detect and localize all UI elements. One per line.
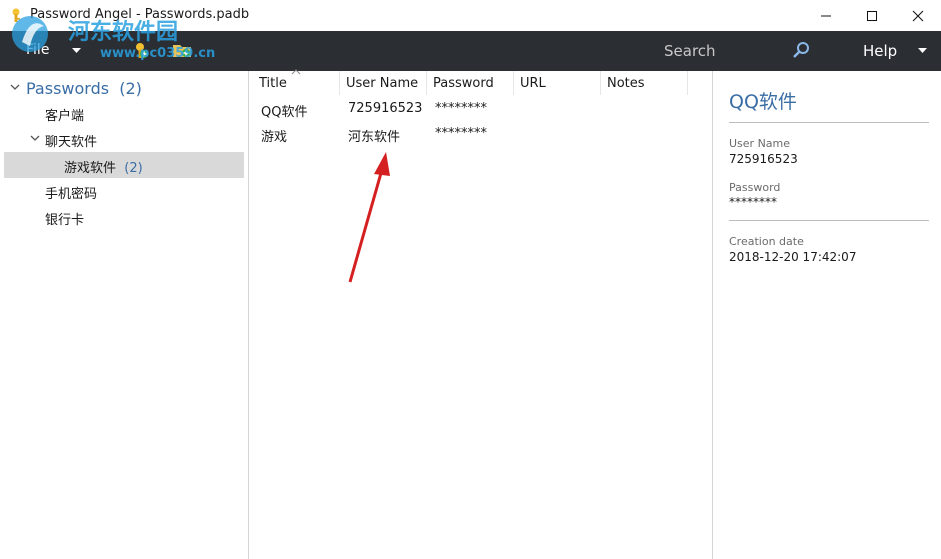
tree-item-label: 聊天软件	[45, 135, 98, 150]
cell-title: 游戏	[261, 130, 288, 145]
detail-password-value[interactable]: ********	[729, 195, 777, 209]
tree-item-label: 手机密码	[45, 187, 98, 202]
tree-root-label: Passwords (2)	[26, 79, 142, 98]
tree-item-chat-software[interactable]: 聊天软件	[4, 126, 244, 152]
help-menu[interactable]: Help	[863, 42, 897, 60]
detail-password-label: Password	[729, 181, 781, 194]
tree-item-phone-passwords[interactable]: 手机密码	[4, 178, 244, 204]
cell-password: ********	[435, 126, 487, 141]
tree-item-label: 银行卡	[45, 213, 85, 228]
tree-item-bank-cards[interactable]: 银行卡	[4, 204, 244, 230]
add-folder-icon[interactable]	[172, 40, 192, 60]
detail-divider	[729, 220, 929, 221]
search-icon[interactable]	[792, 41, 810, 59]
cell-username: 725916523	[348, 101, 423, 116]
cell-password: ********	[435, 101, 487, 116]
cell-username: 河东软件	[348, 130, 401, 145]
detail-divider	[729, 122, 929, 123]
detail-username-label: User Name	[729, 137, 791, 150]
help-dropdown-icon[interactable]	[918, 48, 927, 54]
toolbar: File Search Help	[0, 31, 941, 71]
column-header-title[interactable]: Title	[249, 69, 340, 95]
detail-created-value: 2018-12-20 17:42:07	[729, 250, 857, 264]
chevron-down-icon[interactable]	[10, 84, 20, 91]
entries-table: Title User Name Password URL Notes QQ软件 …	[249, 69, 713, 559]
sort-ascending-icon	[291, 69, 301, 75]
file-menu[interactable]: File	[26, 42, 49, 58]
file-dropdown-icon[interactable]	[72, 48, 81, 54]
add-entry-icon[interactable]	[130, 40, 150, 60]
tree-root-passwords[interactable]: Passwords (2)	[4, 75, 244, 101]
tree-item-label: 客户端	[45, 109, 85, 124]
column-header-username[interactable]: User Name	[336, 71, 427, 95]
entry-detail-pane: QQ软件 User Name 725916523 Password ******…	[713, 71, 941, 559]
close-button[interactable]	[895, 0, 941, 31]
detail-username-value[interactable]: 725916523	[729, 152, 798, 166]
search-input[interactable]: Search	[664, 42, 716, 60]
chevron-down-icon[interactable]	[30, 135, 40, 142]
minimize-button[interactable]	[803, 0, 849, 31]
detail-created-label: Creation date	[729, 235, 804, 248]
title-bar: Password Angel - Passwords.padb	[0, 0, 941, 31]
window-title: Password Angel - Passwords.padb	[30, 7, 250, 22]
maximize-icon	[867, 10, 877, 21]
detail-title: QQ软件	[729, 91, 797, 113]
folder-tree: Passwords (2) 客户端 聊天软件 游戏软件 (2) 手机密码 银行卡	[0, 71, 249, 559]
minimize-icon	[821, 15, 831, 16]
maximize-button[interactable]	[849, 0, 895, 31]
app-icon	[12, 8, 20, 22]
column-header-notes[interactable]: Notes	[597, 71, 688, 95]
tree-item-label: 游戏软件 (2)	[64, 161, 143, 176]
column-header-password[interactable]: Password	[423, 71, 514, 95]
tree-item-client[interactable]: 客户端	[4, 100, 244, 126]
cell-title: QQ软件	[261, 105, 308, 120]
close-icon	[912, 10, 924, 21]
column-header-url[interactable]: URL	[510, 71, 601, 95]
tree-item-game-software[interactable]: 游戏软件 (2)	[4, 152, 244, 178]
